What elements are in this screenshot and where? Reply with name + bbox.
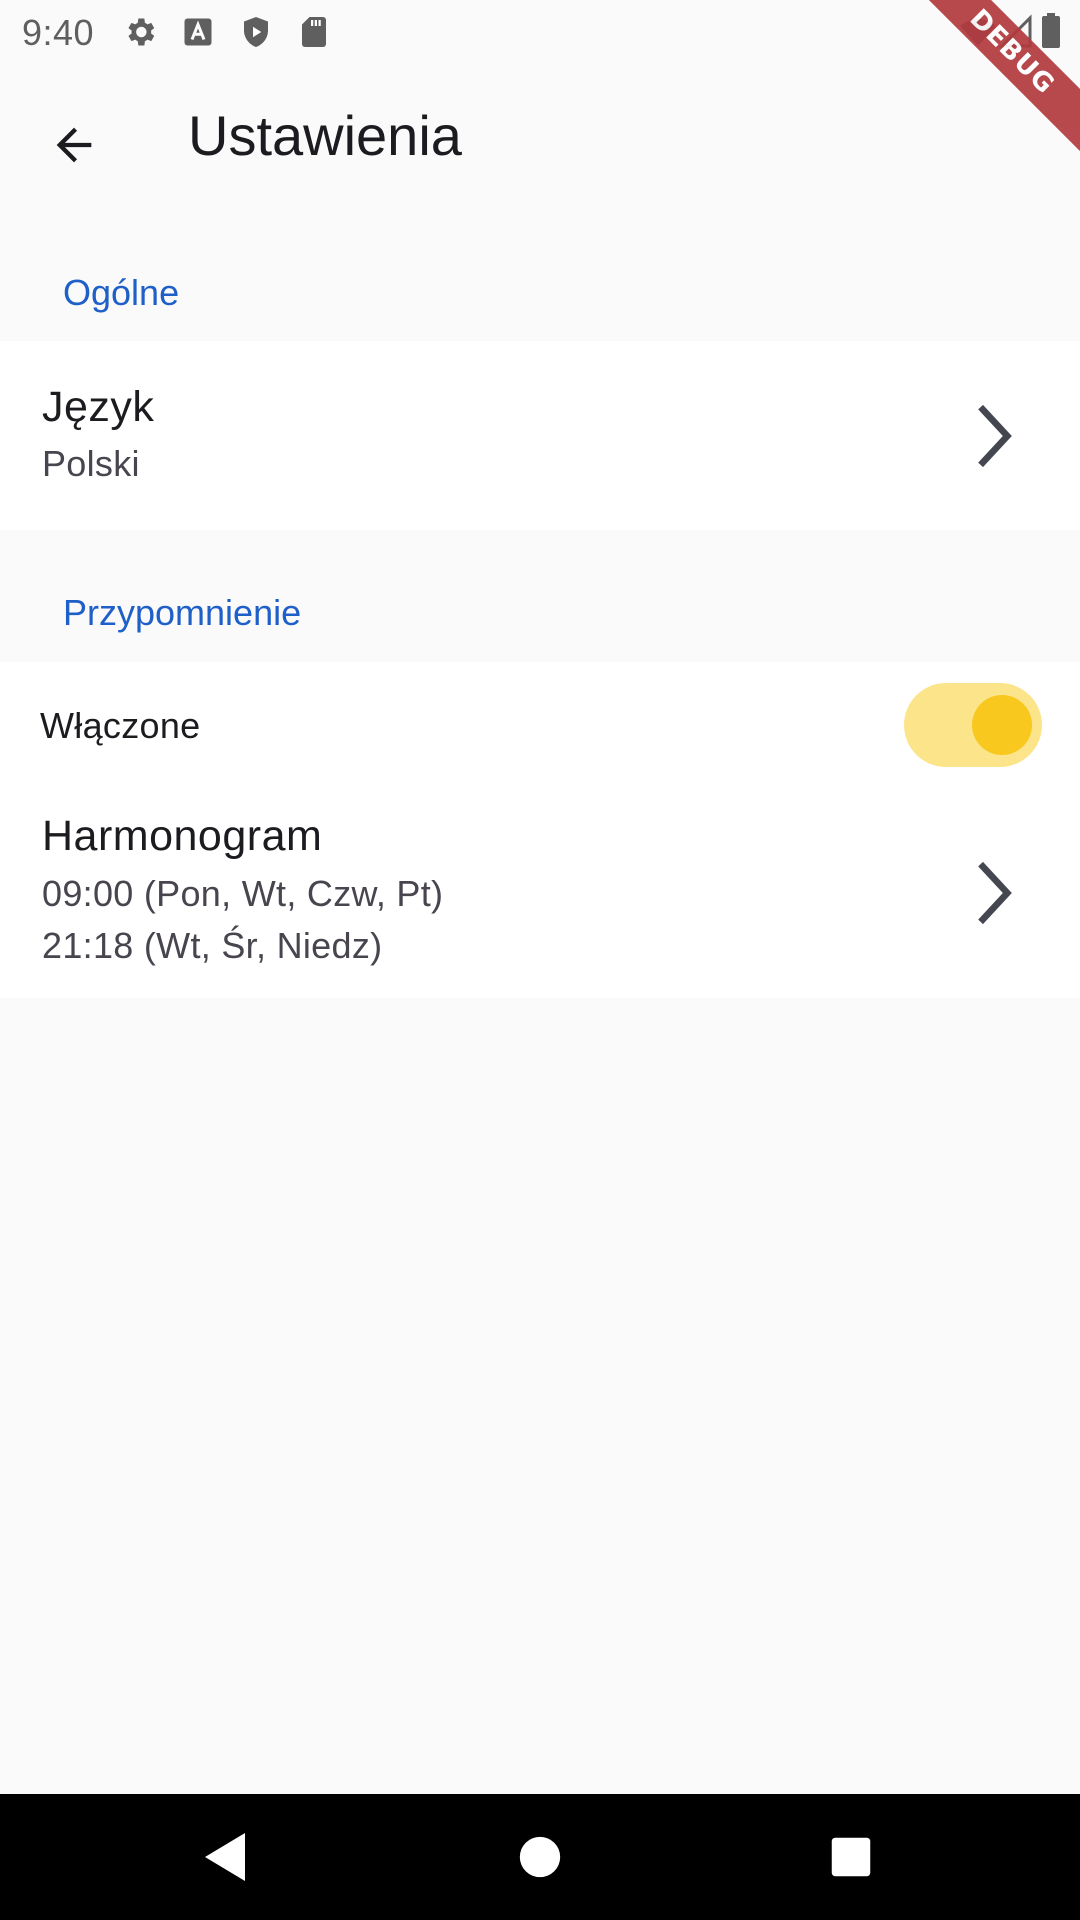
battery-icon [1042,16,1060,48]
chevron-right-icon [978,404,1012,468]
reminder-enabled-label: Włączone [40,705,201,746]
nav-back-button[interactable] [190,1822,260,1892]
page-title: Ustawienia [188,104,462,167]
schedule-title: Harmonogram [42,812,323,860]
back-button[interactable] [30,101,118,189]
back-triangle-icon [205,1833,245,1881]
section-header-general: Ogólne [63,272,180,313]
home-circle-icon [519,1836,561,1878]
schedule-line-2: 21:18 (Wt, Śr, Niedz) [42,925,383,966]
nav-recents-button[interactable] [816,1822,886,1892]
reminder-card: Włączone Harmonogram 09:00 (Pon, Wt, Czw… [0,662,1080,998]
reminder-enabled-row[interactable]: Włączone [0,662,1080,790]
section-header-reminder: Przypomnienie [63,592,302,633]
schedule-setting-row[interactable]: Harmonogram 09:00 (Pon, Wt, Czw, Pt) 21:… [0,790,1080,998]
status-bar: 9:40 [0,0,1080,63]
language-setting-row[interactable]: Język Polski [0,341,1080,530]
chevron-right-icon [978,861,1012,925]
language-title: Język [42,383,155,431]
a-letter-icon [184,18,212,46]
schedule-line-1: 09:00 (Pon, Wt, Czw, Pt) [42,873,444,914]
status-time: 9:40 [22,12,95,53]
arrow-back-icon [56,127,92,163]
language-value: Polski [42,443,140,484]
system-nav-bar [0,1794,1080,1920]
reminder-enabled-toggle[interactable] [904,683,1042,767]
play-shield-icon [244,17,268,47]
settings-screen: 9:40 DEBUG Ustawienia Ogólne Język Polsk… [0,0,1080,1920]
nav-home-button[interactable] [505,1822,575,1892]
toggle-thumb [972,695,1032,755]
recents-square-icon [831,1837,871,1877]
sd-card-icon [302,17,326,47]
app-bar: Ustawienia [0,63,1080,210]
gear-icon [128,18,155,46]
